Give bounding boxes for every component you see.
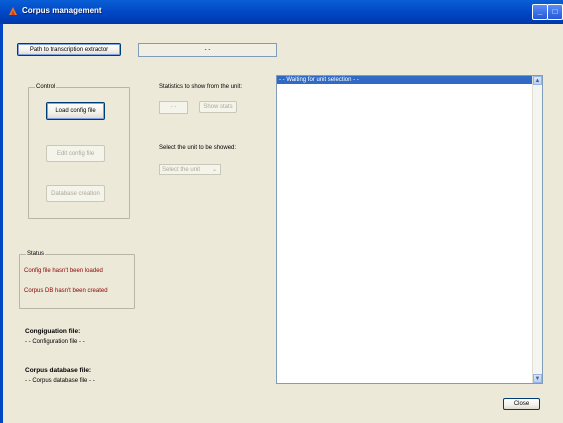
config-file-value: - - Configuration file - - [25,339,85,345]
db-status-text: Corpus DB hasn't been created [24,288,108,294]
list-item[interactable]: - - Waiting for unit selection - - [277,76,534,84]
unit-listbox[interactable]: - - Waiting for unit selection - - ▲ ▼ [276,75,543,384]
path-to-extractor-button[interactable]: Path to transcription extractor [17,43,121,56]
unit-select[interactable]: Select the unit ⌄ [159,164,221,175]
config-status-text: Config file hasn't been loaded [24,268,103,274]
database-creation-button[interactable]: Database creation [46,185,105,202]
extractor-path-field: - - [138,43,277,57]
maximize-icon[interactable]: □ [547,4,563,20]
status-legend: Status [27,251,45,257]
app-icon [9,7,17,15]
load-config-button[interactable]: Load config file [46,102,105,120]
statistics-label: Statistics to show from the unit: [159,84,243,90]
unit-select-value: Select the unit [162,167,201,173]
scroll-up-icon[interactable]: ▲ [533,76,542,85]
statistics-value-field: - - [159,101,188,114]
close-button[interactable]: Close [503,398,540,410]
window-title: Corpus management [22,6,102,15]
status-group: Status [19,251,135,309]
config-file-heading: Congiguation file: [25,328,81,335]
control-legend: Control [36,84,56,90]
minimize-icon[interactable]: _ [532,4,548,20]
title-bar: Corpus management _ □ × [0,0,563,24]
listbox-scrollbar[interactable]: ▲ ▼ [532,76,542,383]
database-file-value: - - Corpus database file - - [25,378,95,384]
edit-config-button[interactable]: Edit config file [46,145,105,162]
scroll-down-icon[interactable]: ▼ [533,374,542,383]
show-stats-button[interactable]: Show stats [199,101,237,113]
database-file-heading: Corpus database file: [25,367,92,374]
window-frame [0,24,3,423]
unit-select-label: Select the unit to be showed: [159,145,237,151]
dropdown-arrow-icon: ⌄ [211,167,217,173]
